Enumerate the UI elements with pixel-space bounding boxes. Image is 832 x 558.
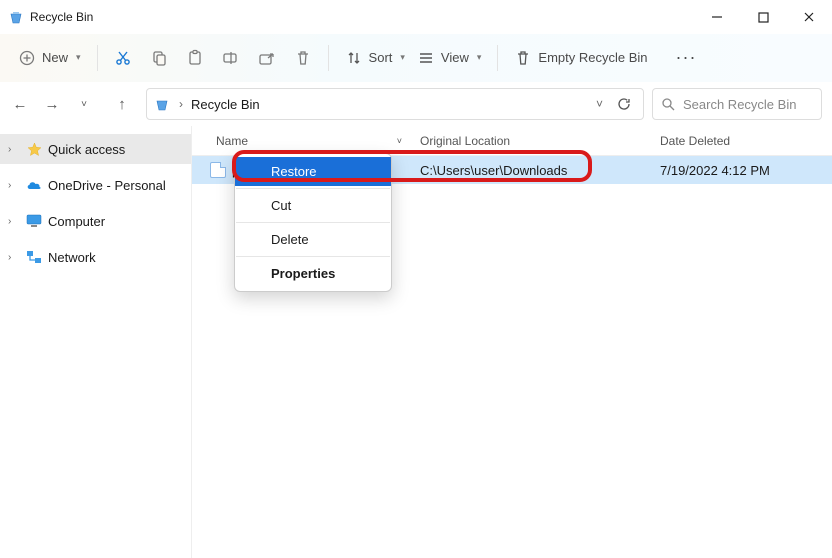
new-icon	[18, 49, 36, 67]
recycle-bin-icon	[8, 9, 24, 25]
file-date-deleted: 7/19/2022 4:12 PM	[660, 163, 770, 178]
view-label: View	[441, 50, 469, 65]
context-menu: Restore Cut Delete Properties	[234, 153, 392, 292]
rename-button[interactable]	[216, 45, 246, 71]
title-bar: Recycle Bin	[0, 0, 832, 34]
context-menu-cut[interactable]: Cut	[235, 191, 391, 220]
close-button[interactable]	[786, 1, 832, 33]
search-input[interactable]: Search Recycle Bin	[652, 88, 822, 120]
minimize-button[interactable]	[694, 1, 740, 33]
chevron-down-icon: ▾	[400, 52, 405, 63]
paste-icon	[186, 49, 204, 67]
sort-label: Sort	[369, 50, 393, 65]
recent-locations-button[interactable]: ˅	[74, 99, 94, 110]
empty-recycle-bin-button[interactable]: Empty Recycle Bin	[508, 45, 653, 71]
share-button[interactable]	[252, 45, 282, 71]
expand-icon[interactable]: ›	[8, 252, 20, 263]
trash-icon	[514, 49, 532, 67]
sidebar-item-onedrive[interactable]: › OneDrive - Personal	[0, 170, 191, 200]
back-button[interactable]: ←	[10, 96, 30, 113]
column-date-deleted[interactable]: Date Deleted	[652, 134, 832, 148]
maximize-button[interactable]	[740, 1, 786, 33]
forward-button[interactable]: →	[42, 96, 62, 113]
file-list: Name˅ Original Location Date Deleted p C…	[192, 126, 832, 558]
chevron-down-icon: ▾	[477, 52, 482, 63]
cloud-icon	[26, 177, 42, 193]
rename-icon	[222, 49, 240, 67]
expand-icon[interactable]: ›	[8, 216, 20, 227]
star-icon	[26, 141, 42, 157]
up-button[interactable]: ↑	[112, 96, 132, 113]
context-menu-restore[interactable]: Restore	[235, 157, 391, 186]
scissors-icon	[114, 49, 132, 67]
sidebar-item-network[interactable]: › Network	[0, 242, 191, 272]
copy-button[interactable]	[144, 45, 174, 71]
window-title: Recycle Bin	[30, 10, 694, 24]
file-icon	[210, 162, 226, 178]
sidebar-item-computer[interactable]: › Computer	[0, 206, 191, 236]
network-icon	[26, 249, 42, 265]
refresh-button[interactable]	[617, 97, 631, 111]
sort-button[interactable]: Sort ▾	[339, 45, 411, 71]
view-button[interactable]: View ▾	[411, 45, 487, 71]
new-button[interactable]: New ▾	[12, 45, 87, 71]
sidebar-item-label: Quick access	[48, 142, 125, 157]
address-dropdown-button[interactable]: ˅	[596, 97, 603, 111]
file-original-location: C:\Users\user\Downloads	[420, 163, 567, 178]
context-menu-delete[interactable]: Delete	[235, 225, 391, 254]
share-icon	[258, 49, 276, 67]
address-bar[interactable]: › Recycle Bin ˅	[146, 88, 644, 120]
context-menu-properties[interactable]: Properties	[235, 259, 391, 288]
sort-indicator-icon: ˅	[397, 136, 402, 146]
nav-row: ← → ˅ ↑ › Recycle Bin ˅ Search Recycle B…	[0, 82, 832, 126]
breadcrumb-chevron-icon[interactable]: ›	[179, 97, 183, 111]
more-icon: ···	[676, 47, 697, 68]
more-button[interactable]: ···	[670, 43, 703, 72]
sort-icon	[345, 49, 363, 67]
new-label: New	[42, 50, 68, 65]
sidebar-item-quick-access[interactable]: › Quick access	[0, 134, 191, 164]
sidebar-item-label: OneDrive - Personal	[48, 178, 166, 193]
paste-button[interactable]	[180, 45, 210, 71]
computer-icon	[26, 213, 42, 229]
trash-icon	[294, 49, 312, 67]
chevron-down-icon: ▾	[76, 52, 81, 63]
search-icon	[661, 97, 675, 111]
view-icon	[417, 49, 435, 67]
sidebar-item-label: Computer	[48, 214, 105, 229]
column-name[interactable]: Name˅	[192, 134, 412, 148]
recycle-bin-icon	[153, 95, 171, 113]
empty-label: Empty Recycle Bin	[538, 50, 647, 65]
expand-icon[interactable]: ›	[8, 180, 20, 191]
copy-icon	[150, 49, 168, 67]
cut-button[interactable]	[108, 45, 138, 71]
navigation-pane: › Quick access › OneDrive - Personal › C…	[0, 126, 192, 558]
column-original-location[interactable]: Original Location	[412, 134, 652, 148]
expand-icon[interactable]: ›	[8, 144, 20, 155]
column-headers[interactable]: Name˅ Original Location Date Deleted	[192, 126, 832, 156]
command-bar: New ▾ Sort ▾ View ▾	[0, 34, 832, 82]
search-placeholder: Search Recycle Bin	[683, 97, 796, 112]
sidebar-item-label: Network	[48, 250, 96, 265]
breadcrumb-location[interactable]: Recycle Bin	[191, 97, 588, 112]
delete-button[interactable]	[288, 45, 318, 71]
